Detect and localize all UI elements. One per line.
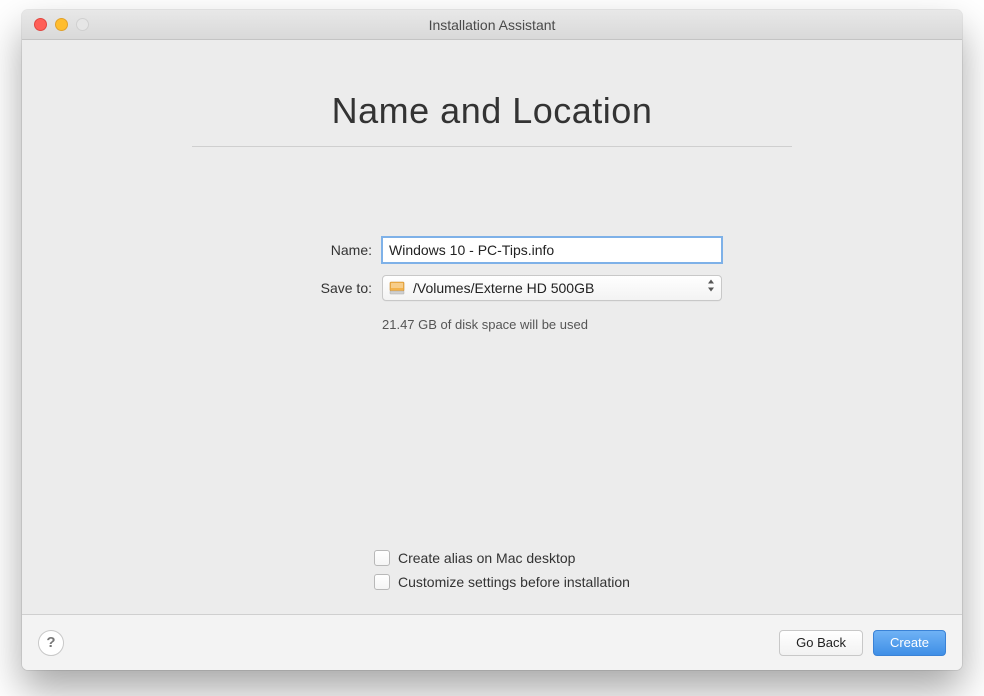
options: Create alias on Mac desktop Customize se…: [22, 550, 962, 614]
alias-checkbox[interactable]: [374, 550, 390, 566]
help-icon: ?: [46, 634, 55, 651]
page-heading: Name and Location: [332, 90, 653, 132]
zoom-icon: [76, 18, 89, 31]
footer: ? Go Back Create: [22, 614, 962, 670]
help-button[interactable]: ?: [38, 630, 64, 656]
updown-icon: [707, 279, 715, 298]
name-input[interactable]: [382, 237, 722, 263]
customize-checkbox[interactable]: [374, 574, 390, 590]
go-back-label: Go Back: [796, 635, 846, 650]
disk-space-info: 21.47 GB of disk space will be used: [382, 317, 722, 332]
create-button[interactable]: Create: [873, 630, 946, 656]
close-icon[interactable]: [34, 18, 47, 31]
alias-checkbox-row[interactable]: Create alias on Mac desktop: [374, 550, 962, 566]
saveto-label: Save to:: [262, 280, 382, 296]
titlebar: Installation Assistant: [22, 10, 962, 40]
go-back-button[interactable]: Go Back: [779, 630, 863, 656]
alias-label: Create alias on Mac desktop: [398, 550, 575, 566]
traffic-lights: [34, 18, 89, 31]
name-label: Name:: [262, 242, 382, 258]
content-area: Name and Location Name: Save to: /Volume…: [22, 40, 962, 614]
saveto-select[interactable]: /Volumes/Externe HD 500GB: [382, 275, 722, 301]
external-disk-icon: [389, 281, 405, 295]
window: Installation Assistant Name and Location…: [22, 10, 962, 670]
minimize-icon[interactable]: [55, 18, 68, 31]
heading-divider: [192, 146, 792, 147]
customize-checkbox-row[interactable]: Customize settings before installation: [374, 574, 962, 590]
form: Name: Save to: /Volumes/Externe HD 500GB: [262, 237, 722, 332]
saveto-value: /Volumes/Externe HD 500GB: [413, 280, 594, 296]
create-label: Create: [890, 635, 929, 650]
window-title: Installation Assistant: [429, 17, 556, 33]
customize-label: Customize settings before installation: [398, 574, 630, 590]
